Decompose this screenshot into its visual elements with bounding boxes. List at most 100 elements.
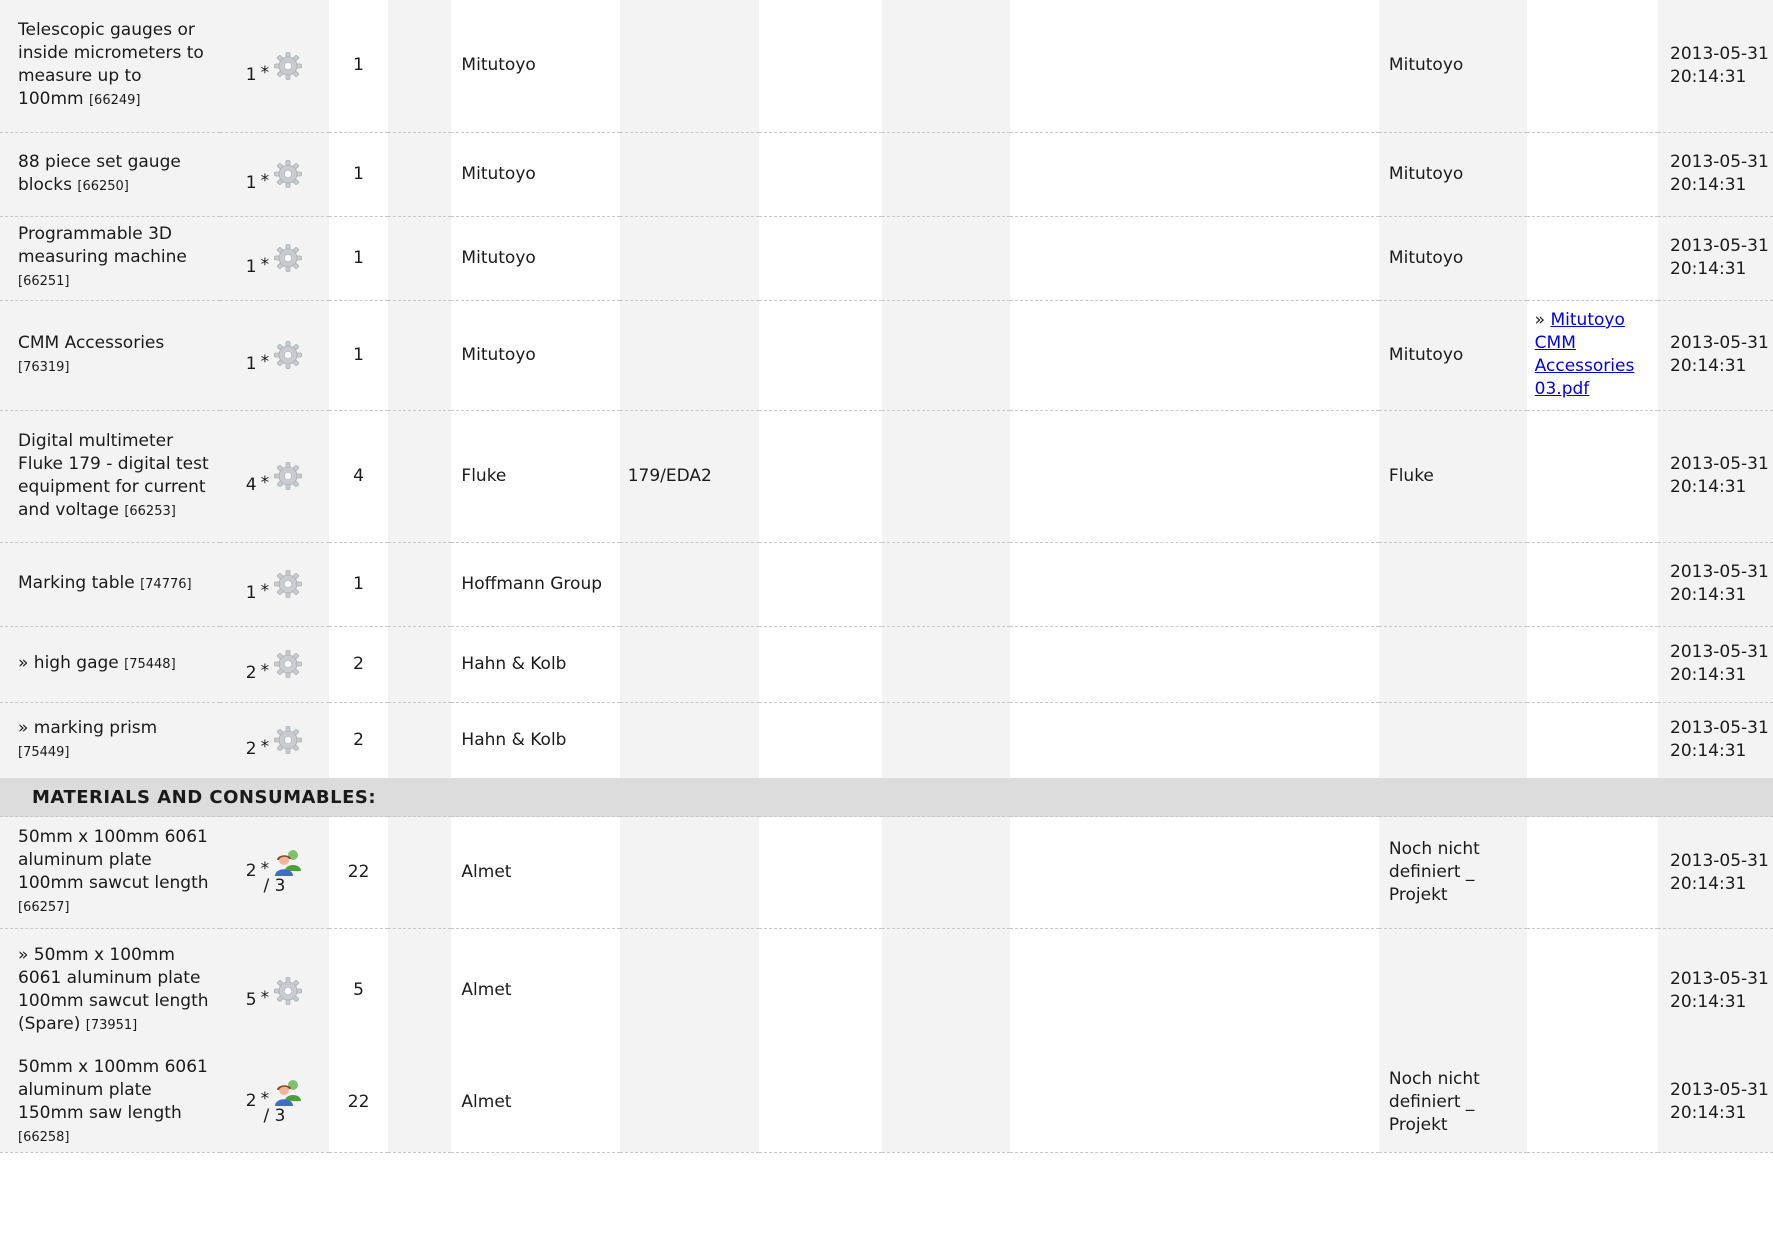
blank-cell xyxy=(759,816,883,929)
table-row: 88 piece set gauge blocks [66250] 1 * 1 Mitu… xyxy=(0,132,1773,217)
total-value: 1 xyxy=(353,344,364,365)
total-cell: 22 xyxy=(329,816,388,929)
spacer-cell xyxy=(387,928,452,1053)
spacer-cell xyxy=(387,816,452,929)
quantity-cell: 1 * xyxy=(219,216,330,301)
date-cell: 2013-05-31 20:14:31 xyxy=(1658,626,1773,703)
table-row: Marking table [74776] 1 * 1 Hoffmann Group 20… xyxy=(0,542,1773,627)
quantity-value: 1 xyxy=(245,583,257,603)
date-cell: 2013-05-31 20:14:31 xyxy=(1658,410,1773,543)
documents-cell xyxy=(1526,626,1658,703)
manufacturer-cell: Mitutoyo xyxy=(451,0,620,133)
manufacturer: Mitutoyo xyxy=(461,344,536,365)
documents-cell xyxy=(1526,542,1658,627)
model-cell xyxy=(619,542,760,627)
blank-cell xyxy=(1009,816,1379,929)
item-name: 50mm x 100mm 6061 aluminum plate 100mm s… xyxy=(18,827,209,893)
blank-cell xyxy=(882,216,1010,301)
manufacturer-cell: Hahn & Kolb xyxy=(451,626,620,703)
item-id: [66253] xyxy=(124,503,176,519)
quantity: 4 * xyxy=(246,461,303,495)
item-name-cell: 88 piece set gauge blocks [66250] xyxy=(0,132,220,217)
blank-cell xyxy=(759,410,883,543)
model-cell xyxy=(619,216,760,301)
timestamp: 2013-05-31 20:14:31 xyxy=(1670,43,1769,87)
gear-icon[interactable] xyxy=(273,340,303,370)
manufacturer-cell: Mitutoyo xyxy=(451,132,620,217)
manufacturer: Hoffmann Group xyxy=(461,573,603,594)
section-header: MATERIALS AND CONSUMABLES: xyxy=(0,778,1773,817)
blank-cell xyxy=(1009,626,1379,703)
gear-icon[interactable] xyxy=(273,51,303,81)
documents-cell xyxy=(1526,132,1658,217)
blank-cell xyxy=(882,702,1010,778)
blank-cell xyxy=(882,0,1010,133)
quantity: 2 * xyxy=(246,649,303,683)
spacer-cell xyxy=(387,0,452,133)
quantity-cell: 2 * xyxy=(219,702,330,778)
item-name: Digital multimeter Fluke 179 - digital t… xyxy=(18,430,209,520)
gear-icon[interactable] xyxy=(273,976,303,1006)
quantity: 1 * xyxy=(246,340,303,374)
quantity-sub: / 3 xyxy=(263,1105,286,1126)
quantity-cell: 1 * xyxy=(219,300,330,411)
supplier-cell xyxy=(1378,542,1527,627)
gear-icon[interactable] xyxy=(273,159,303,189)
manufacturer-cell: Hahn & Kolb xyxy=(451,702,619,778)
quantity-value: 1 xyxy=(245,257,257,277)
blank-cell xyxy=(882,542,1010,627)
document-link[interactable]: Mitutoyo CMM Accessories 03.pdf xyxy=(1535,310,1635,399)
table-row: Digital multimeter Fluke 179 - digital t… xyxy=(0,410,1773,543)
supplier: Mitutoyo xyxy=(1388,344,1464,365)
date-cell: 2013-05-31 20:14:31 xyxy=(1658,216,1773,301)
documents-cell xyxy=(1526,410,1658,543)
gear-icon[interactable] xyxy=(273,461,303,491)
model-cell xyxy=(619,816,760,929)
timestamp: 2013-05-31 20:14:31 xyxy=(1670,1080,1769,1123)
quantity: 2 * xyxy=(246,847,303,881)
gear-icon[interactable] xyxy=(273,725,303,755)
date-cell: 2013-05-31 20:14:31 xyxy=(1658,1052,1773,1153)
blank-cell xyxy=(882,300,1010,411)
spacer-cell xyxy=(387,410,452,543)
people-icon[interactable] xyxy=(273,1077,303,1107)
table-row: » high gage [75448] 2 * 2 Hahn & Kolb 2013-05… xyxy=(0,626,1773,703)
date-cell: 2013-05-31 20:14:31 xyxy=(1658,132,1773,217)
timestamp: 2013-05-31 20:14:31 xyxy=(1670,562,1769,605)
documents-cell xyxy=(1526,816,1658,929)
item-name: Marking table xyxy=(18,573,135,593)
gear-icon[interactable] xyxy=(273,569,303,599)
spacer-cell xyxy=(387,1052,452,1153)
date-cell: 2013-05-31 20:14:31 xyxy=(1658,300,1773,411)
model-cell xyxy=(619,300,760,411)
quantity-multiplier: * xyxy=(260,352,270,372)
model-cell xyxy=(619,626,760,703)
quantity-value: 1 xyxy=(245,173,257,193)
item-name-cell: Programmable 3D measuring machine [66251… xyxy=(0,216,220,301)
people-icon[interactable] xyxy=(273,847,303,877)
quantity: 2 * xyxy=(246,725,303,759)
blank-cell xyxy=(1009,542,1379,627)
quantity-cell: 2 */ 3 xyxy=(219,816,330,929)
model-cell xyxy=(619,1052,760,1153)
quantity-multiplier: * xyxy=(260,859,270,879)
total-cell: 1 xyxy=(329,0,388,133)
gear-icon[interactable] xyxy=(273,243,303,273)
supplier-cell: Noch nicht definiert _ Projekt xyxy=(1378,816,1527,929)
item-id: [73951] xyxy=(85,1018,138,1034)
gear-icon[interactable] xyxy=(273,649,303,679)
quantity-multiplier: * xyxy=(260,473,270,493)
blank-cell xyxy=(759,216,883,301)
quantity: 2 * xyxy=(246,1077,303,1111)
spacer-cell xyxy=(387,216,452,301)
quantity-cell: 1 * xyxy=(219,0,330,133)
timestamp: 2013-05-31 20:14:31 xyxy=(1670,968,1769,1012)
supplier: Mitutoyo xyxy=(1388,247,1464,268)
quantity-cell: 1 * xyxy=(219,542,330,627)
total-cell: 2 xyxy=(329,626,388,703)
documents-cell xyxy=(1526,0,1658,133)
total-value: 5 xyxy=(353,980,364,1001)
table-row: CMM Accessories [76319] 1 * 1 Mitutoyo Mituto… xyxy=(0,300,1773,411)
quantity-value: 4 xyxy=(245,475,257,495)
quantity-multiplier: * xyxy=(260,737,270,758)
